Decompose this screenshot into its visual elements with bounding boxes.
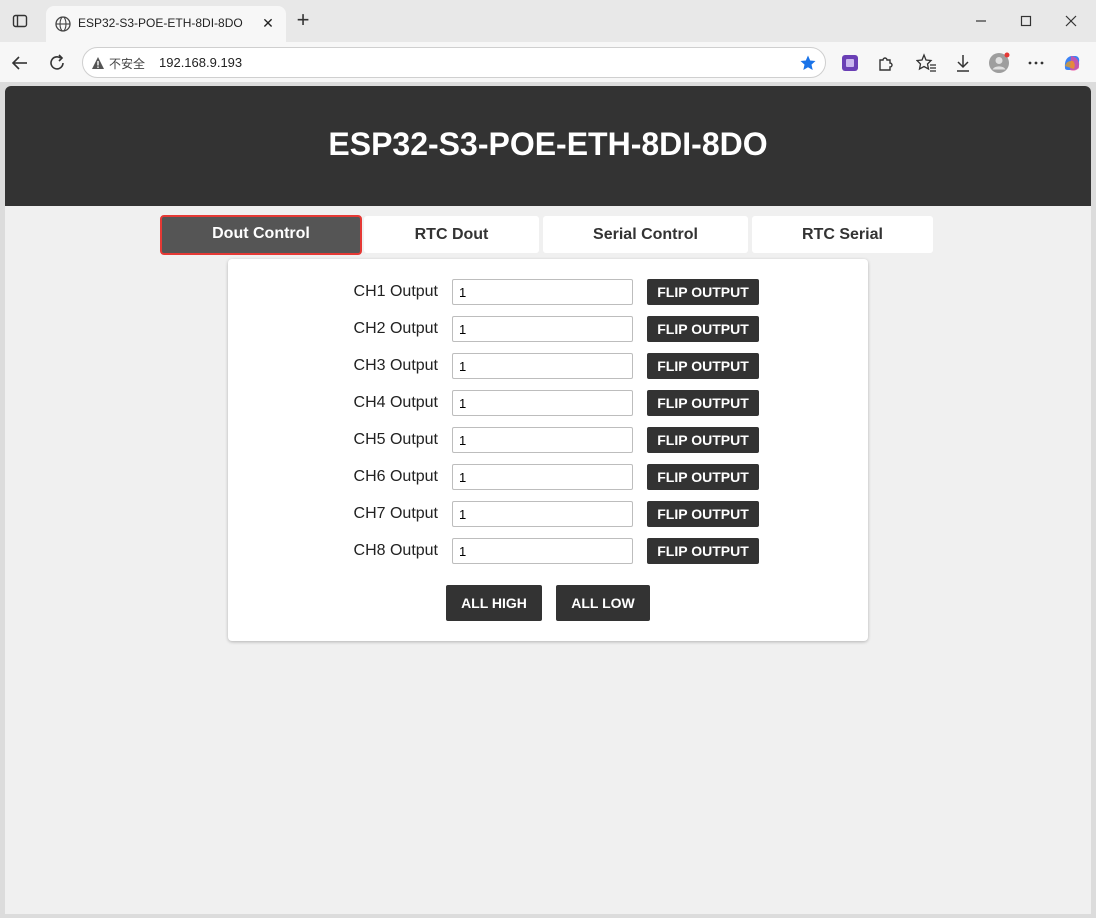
copilot-icon[interactable] [1061,52,1083,74]
channel-row-7: CH7 Output FLIP OUTPUT [228,501,868,528]
window-icon[interactable] [12,13,28,29]
channel-row-2: CH2 Output FLIP OUTPUT [228,316,868,343]
page-viewport: ESP32-S3-POE-ETH-8DI-8DO Dout Control RT… [5,86,1091,914]
channel-row-1: CH1 Output FLIP OUTPUT [228,279,868,306]
ch2-flip-output-button[interactable]: FLIP OUTPUT [647,316,759,342]
ch4-flip-output-button[interactable]: FLIP OUTPUT [647,390,759,416]
puzzle-icon[interactable] [875,52,897,74]
ch6-flip-output-button[interactable]: FLIP OUTPUT [647,464,759,490]
dout-control-panel: CH1 Output FLIP OUTPUT CH2 Output FLIP O… [228,259,868,641]
tab-serial-control[interactable]: Serial Control [543,216,748,253]
page-header: ESP32-S3-POE-ETH-8DI-8DO [5,86,1091,206]
security-label[interactable]: 不安全 [109,55,145,72]
profile-icon[interactable] [988,52,1010,74]
title-bar: ESP32-S3-POE-ETH-8DI-8DO ✕ + [0,0,1096,42]
extension-icon[interactable] [839,52,861,74]
ch1-output-input[interactable] [452,279,633,305]
ch5-flip-output-button[interactable]: FLIP OUTPUT [647,427,759,453]
ch8-flip-output-button[interactable]: FLIP OUTPUT [647,538,759,564]
back-icon[interactable] [9,52,31,74]
channel-row-5: CH5 Output FLIP OUTPUT [228,427,868,454]
channel-label: CH1 Output [353,283,438,300]
close-icon[interactable]: ✕ [260,15,276,32]
channel-row-8: CH8 Output FLIP OUTPUT [228,538,868,565]
download-icon[interactable] [952,52,974,74]
all-high-button[interactable]: ALL HIGH [446,585,542,621]
warning-icon[interactable] [91,56,105,70]
url-bar[interactable]: 不安全 192.168.9.193 [82,47,826,78]
ch7-flip-output-button[interactable]: FLIP OUTPUT [647,501,759,527]
tab-dout-control[interactable]: Dout Control [160,215,362,255]
ch3-output-input[interactable] [452,353,633,379]
url-text[interactable]: 192.168.9.193 [159,55,242,70]
all-low-button[interactable]: ALL LOW [556,585,650,621]
channel-label: CH3 Output [353,357,438,374]
channel-label: CH6 Output [353,468,438,485]
channel-label: CH4 Output [353,394,438,411]
address-bar-row: 不安全 192.168.9.193 [0,42,1096,82]
channel-row-6: CH6 Output FLIP OUTPUT [228,464,868,491]
channel-label: CH8 Output [353,542,438,559]
ch4-output-input[interactable] [452,390,633,416]
tab-rtc-dout[interactable]: RTC Dout [364,216,539,253]
channel-row-3: CH3 Output FLIP OUTPUT [228,353,868,380]
page-title: ESP32-S3-POE-ETH-8DI-8DO [328,126,768,162]
star-icon[interactable] [799,54,817,72]
refresh-icon[interactable] [46,52,68,74]
ch8-output-input[interactable] [452,538,633,564]
favorites-icon[interactable] [916,52,938,74]
ch2-output-input[interactable] [452,316,633,342]
globe-icon [55,16,71,32]
channel-label: CH5 Output [353,431,438,448]
ch7-output-input[interactable] [452,501,633,527]
ch3-flip-output-button[interactable]: FLIP OUTPUT [647,353,759,379]
tab-rtc-serial[interactable]: RTC Serial [752,216,933,253]
more-icon[interactable] [1025,52,1047,74]
channel-label: CH2 Output [353,320,438,337]
ch6-output-input[interactable] [452,464,633,490]
tab-title: ESP32-S3-POE-ETH-8DI-8DO [78,16,243,30]
maximize-icon[interactable] [1017,12,1035,30]
browser-tab[interactable]: ESP32-S3-POE-ETH-8DI-8DO ✕ [46,6,286,42]
plus-icon[interactable]: + [292,9,314,32]
channel-row-4: CH4 Output FLIP OUTPUT [228,390,868,417]
channel-label: CH7 Output [353,505,438,522]
ch5-output-input[interactable] [452,427,633,453]
close-window-icon[interactable] [1062,12,1080,30]
minimize-icon[interactable] [972,12,990,30]
ch1-flip-output-button[interactable]: FLIP OUTPUT [647,279,759,305]
